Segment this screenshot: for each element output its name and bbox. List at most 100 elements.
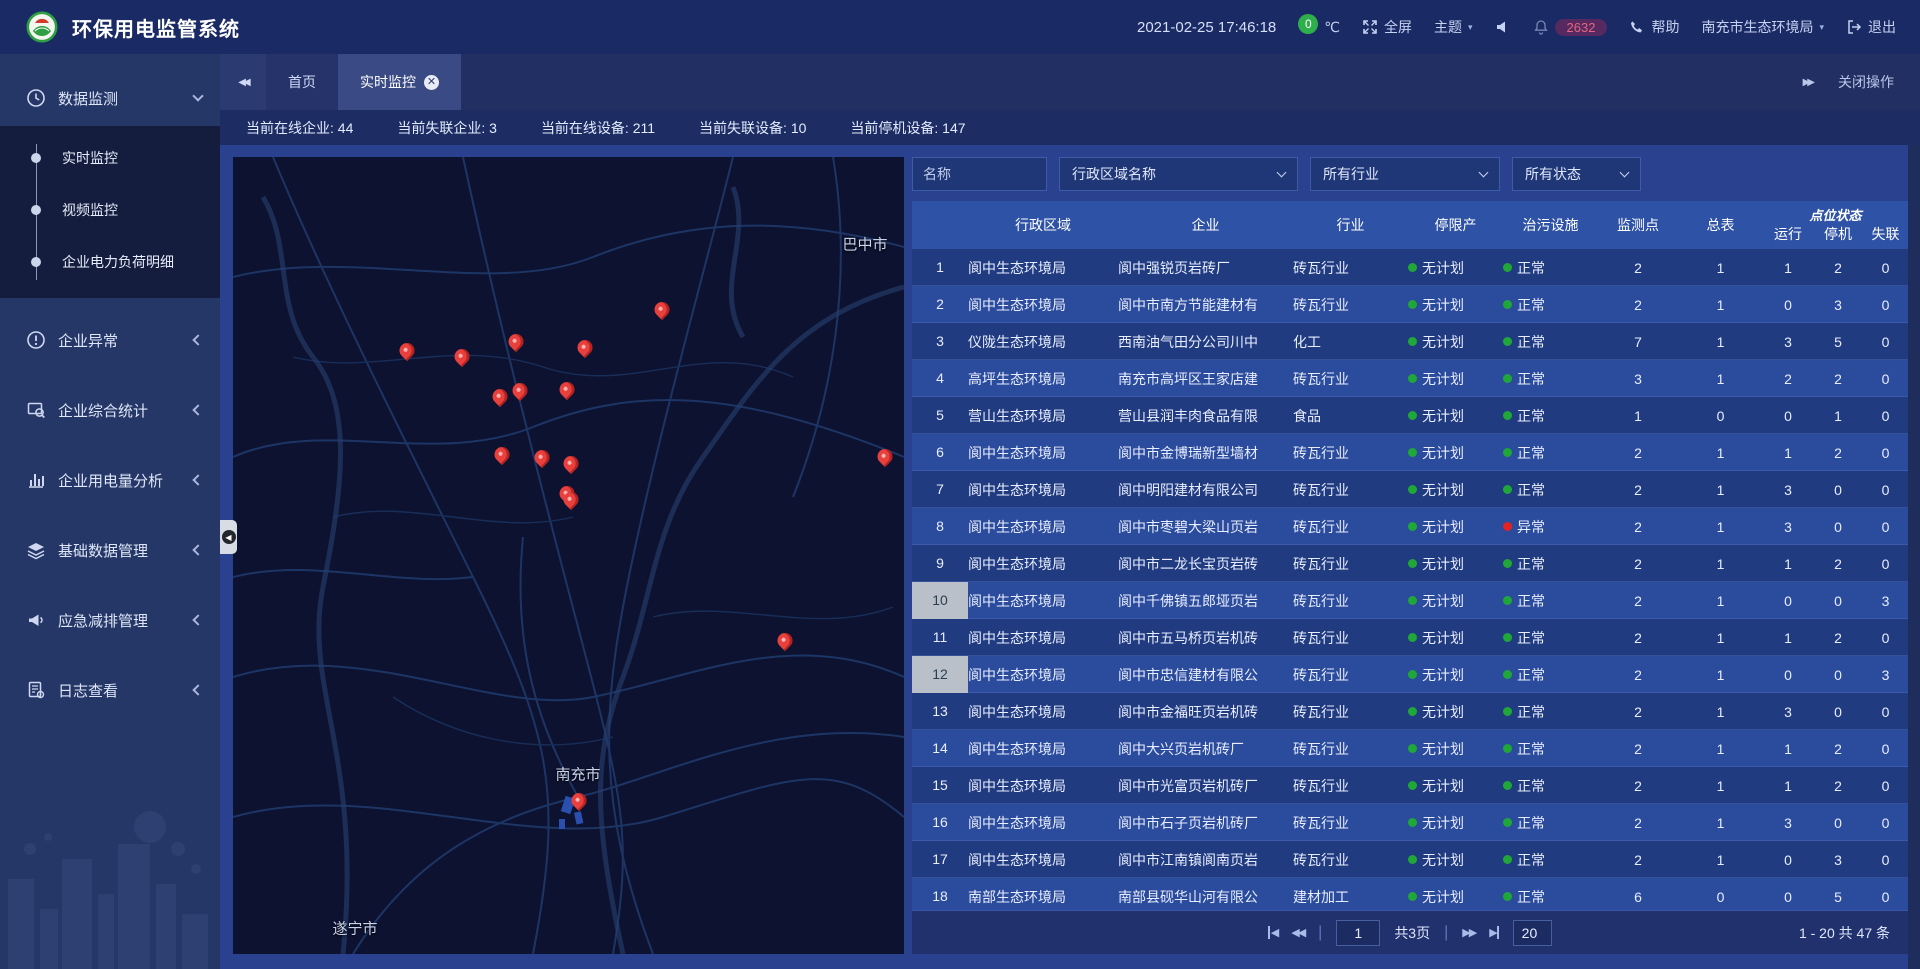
cell-points: 2	[1598, 519, 1678, 535]
sidebar-item-5[interactable]: 应急减排管理	[0, 592, 220, 648]
table-row[interactable]: 17阆中生态环境局阆中市江南镇阆南页岩砖瓦行业无计划正常21030	[912, 841, 1908, 878]
sidebar-item-1[interactable]: 企业异常	[0, 312, 220, 368]
table-row[interactable]: 15阆中生态环境局阆中市光富页岩机砖厂砖瓦行业无计划正常21120	[912, 767, 1908, 804]
next-page-button[interactable]: ▶▶	[1462, 926, 1475, 939]
mute-button[interactable]	[1495, 19, 1511, 35]
sidebar-item-3[interactable]: 企业用电量分析	[0, 452, 220, 508]
table-row[interactable]: 13阆中生态环境局阆中市金福旺页岩机砖砖瓦行业无计划正常21300	[912, 693, 1908, 730]
datetime: 2021-02-25 17:46:18	[1137, 19, 1276, 36]
table-row[interactable]: 2阆中生态环境局阆中市南方节能建材有砖瓦行业无计划正常21030	[912, 286, 1908, 323]
cell-facility-status: 正常	[1503, 702, 1598, 722]
stat-item-3: 当前失联设备: 10	[699, 118, 806, 138]
last-page-button[interactable]: ▶	[1489, 926, 1498, 939]
table-row[interactable]: 10阆中生态环境局阆中千佛镇五郎垭页岩砖瓦行业无计划正常21003	[912, 582, 1908, 619]
cell-lost: 0	[1863, 741, 1908, 757]
status-dot-green-icon	[1503, 448, 1512, 457]
status-dot-green-icon	[1503, 300, 1512, 309]
close-icon[interactable]: ✕	[424, 75, 439, 90]
table-row[interactable]: 4高坪生态环境局南充市高坪区王家店建砖瓦行业无计划正常31220	[912, 360, 1908, 397]
fullscreen-button[interactable]: 全屏	[1362, 17, 1412, 37]
cell-run: 0	[1763, 852, 1813, 868]
table-row[interactable]: 14阆中生态环境局阆中大兴页岩机砖厂砖瓦行业无计划正常21120	[912, 730, 1908, 767]
status-filter-select[interactable]: 所有状态	[1512, 157, 1641, 191]
notifications[interactable]: 2632	[1533, 19, 1608, 36]
temperature-badge: 0	[1298, 14, 1318, 34]
sidebar-collapse-handle[interactable]: ◀	[220, 520, 237, 554]
sidebar-item-2[interactable]: 企业综合统计	[0, 382, 220, 438]
cell-stop: 5	[1813, 334, 1863, 350]
cell-run: 0	[1763, 593, 1813, 609]
status-dot-green-icon	[1408, 374, 1417, 383]
chevron-down-icon: ▾	[1819, 22, 1824, 33]
industry-filter-select[interactable]: 所有行业	[1310, 157, 1500, 191]
map-city-label: 遂宁市	[332, 918, 377, 939]
cell-company: 阆中市二龙长宝页岩砖	[1118, 554, 1293, 574]
cell-limit-status: 无计划	[1408, 739, 1503, 759]
status-dot-green-icon	[1503, 707, 1512, 716]
org-dropdown[interactable]: 南充市生态环境局 ▾	[1701, 17, 1824, 37]
tab-scroll-right-button[interactable]: ▶▶	[1803, 77, 1812, 88]
chevron-down-icon	[192, 90, 203, 101]
sidebar-item-6[interactable]: 日志查看	[0, 662, 220, 718]
stat-item-1: 当前失联企业: 3	[397, 118, 497, 138]
table-row[interactable]: 9阆中生态环境局阆中市二龙长宝页岩砖砖瓦行业无计划正常21120	[912, 545, 1908, 582]
cell-stop: 0	[1813, 593, 1863, 609]
tab-1[interactable]: 实时监控✕	[338, 54, 461, 110]
cell-stop: 2	[1813, 741, 1863, 757]
cell-limit-status: 无计划	[1408, 258, 1503, 278]
cell-industry: 砖瓦行业	[1293, 480, 1408, 500]
sidebar-subitem-0-1[interactable]: 视频监控	[0, 184, 220, 236]
table-row[interactable]: 3仪陇生态环境局西南油气田分公司川中化工无计划正常71350	[912, 323, 1908, 360]
table-row[interactable]: 16阆中生态环境局阆中市石子页岩机砖厂砖瓦行业无计划正常21300	[912, 804, 1908, 841]
status-dot-green-icon	[1408, 670, 1417, 679]
table-row[interactable]: 11阆中生态环境局阆中市五马桥页岩机砖砖瓦行业无计划正常21120	[912, 619, 1908, 656]
status-dot-green-icon	[1408, 818, 1417, 827]
sidebar-subitem-0-2[interactable]: 企业电力负荷明细	[0, 236, 220, 288]
table-row[interactable]: 18南部生态环境局南部县砚华山河有限公建材加工无计划正常60050	[912, 878, 1908, 910]
status-dot-green-icon	[1503, 633, 1512, 642]
chevron-left-icon: ◀	[222, 530, 236, 544]
table-row[interactable]: 6阆中生态环境局阆中市金博瑞新型墙材砖瓦行业无计划正常21120	[912, 434, 1908, 471]
table-row[interactable]: 1阆中生态环境局阆中强锐页岩砖厂砖瓦行业无计划正常21120	[912, 249, 1908, 286]
table-row[interactable]: 8阆中生态环境局阆中市枣碧大梁山页岩砖瓦行业无计划异常21300	[912, 508, 1908, 545]
scrollbar[interactable]	[1908, 145, 1920, 969]
sidebar-item-4[interactable]: 基础数据管理	[0, 522, 220, 578]
cell-company: 阆中强锐页岩砖厂	[1118, 258, 1293, 278]
logout-button[interactable]: 退出	[1846, 17, 1896, 37]
cell-limit-status: 无计划	[1408, 628, 1503, 648]
help-button[interactable]: 帮助	[1629, 17, 1679, 37]
cell-limit-status: 无计划	[1408, 406, 1503, 426]
cell-limit-status: 无计划	[1408, 850, 1503, 870]
cell-industry: 砖瓦行业	[1293, 850, 1408, 870]
close-operations-button[interactable]: 关闭操作	[1838, 72, 1894, 92]
sidebar-skyline-decoration	[0, 789, 220, 969]
row-index: 17	[912, 841, 968, 878]
tab-scroll-left-button[interactable]: ◀◀	[220, 54, 266, 110]
cell-region: 阆中生态环境局	[968, 776, 1118, 796]
table-row[interactable]: 12阆中生态环境局阆中市忠信建材有限公砖瓦行业无计划正常21003	[912, 656, 1908, 693]
cell-region: 高坪生态环境局	[968, 369, 1118, 389]
table-row[interactable]: 7阆中生态环境局阆中明阳建材有限公司砖瓦行业无计划正常21300	[912, 471, 1908, 508]
col-points: 监测点	[1598, 215, 1678, 235]
table-row[interactable]: 5营山生态环境局营山县润丰肉食品有限食品无计划正常10010	[912, 397, 1908, 434]
chart-icon	[26, 470, 46, 490]
cell-meters: 1	[1678, 778, 1763, 794]
sidebar-subitem-0-0[interactable]: 实时监控	[0, 132, 220, 184]
cell-run: 2	[1763, 371, 1813, 387]
first-page-button[interactable]: ◀	[1268, 926, 1277, 939]
map-panel[interactable]: 巴中市南充市遂宁市	[233, 157, 904, 954]
page-number-input[interactable]	[1336, 920, 1380, 946]
sidebar-item-0[interactable]: 数据监测	[0, 70, 220, 126]
cell-region: 阆中生态环境局	[968, 258, 1118, 278]
tab-0[interactable]: 首页	[266, 54, 338, 110]
cell-points: 2	[1598, 815, 1678, 831]
theme-dropdown[interactable]: 主题 ▾	[1434, 17, 1473, 37]
cell-region: 阆中生态环境局	[968, 702, 1118, 722]
table-header: 行政区域 企业 行业 停限产 治污设施 监测点 总表 点位状态 运行 停机 失联	[912, 201, 1908, 249]
prev-page-button[interactable]: ◀◀	[1291, 926, 1304, 939]
cell-facility-status: 正常	[1503, 443, 1598, 463]
page-size-select[interactable]: 20	[1513, 920, 1553, 946]
name-filter-input[interactable]	[912, 157, 1047, 191]
region-filter-select[interactable]: 行政区域名称	[1059, 157, 1298, 191]
chevron-down-icon: ▾	[1468, 22, 1473, 33]
